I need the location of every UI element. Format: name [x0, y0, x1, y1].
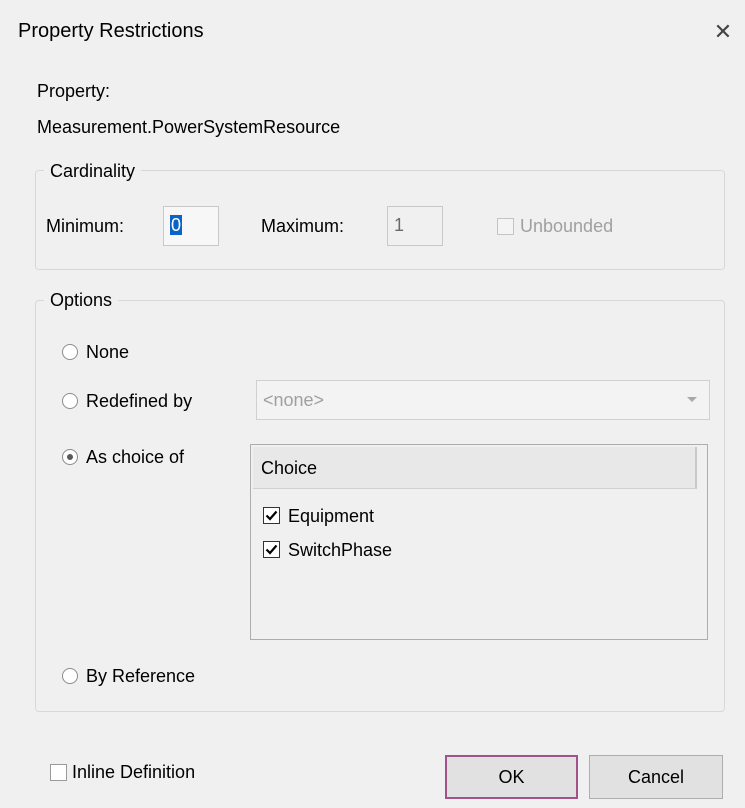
redefined-by-radio[interactable] — [62, 393, 78, 409]
by-reference-label: By Reference — [86, 666, 196, 686]
redefined-by-dropdown[interactable]: <none> — [256, 380, 710, 420]
none-radio[interactable] — [62, 344, 78, 360]
cardinality-group — [35, 170, 725, 270]
cancel-button[interactable]: Cancel — [589, 755, 723, 799]
unbounded-checkbox[interactable] — [497, 218, 514, 235]
radio-selected-dot — [67, 454, 73, 460]
cardinality-legend: Cardinality — [44, 160, 142, 182]
choice-list[interactable]: Choice Equipment SwitchPhase — [250, 444, 708, 640]
options-legend: Options — [44, 289, 119, 311]
switchphase-label: SwitchPhase — [288, 540, 393, 560]
dialog-title: Property Restrictions — [18, 20, 204, 42]
equipment-checkbox[interactable] — [263, 507, 280, 524]
unbounded-label: Unbounded — [520, 216, 614, 236]
property-value: Measurement.PowerSystemResource — [37, 117, 341, 137]
inline-definition-checkbox[interactable] — [50, 764, 67, 781]
property-label: Property: — [37, 81, 111, 101]
checkmark-icon — [265, 544, 278, 555]
ok-button[interactable]: OK — [445, 755, 578, 799]
as-choice-of-label: As choice of — [86, 447, 185, 467]
none-label: None — [86, 342, 130, 362]
minimum-input[interactable]: 0 — [163, 206, 219, 246]
redefined-by-value: <none> — [263, 390, 325, 410]
close-icon[interactable]: ✕ — [712, 18, 734, 46]
maximum-label: Maximum: — [261, 216, 345, 236]
chevron-down-icon — [687, 397, 697, 402]
property-restrictions-dialog: Property Restrictions ✕ Property: Measur… — [0, 0, 745, 808]
checkmark-icon — [265, 510, 278, 521]
maximum-input[interactable]: 1 — [387, 206, 443, 246]
as-choice-of-radio[interactable] — [62, 449, 78, 465]
equipment-label: Equipment — [288, 506, 375, 526]
by-reference-radio[interactable] — [62, 668, 78, 684]
minimum-value: 0 — [170, 215, 183, 235]
choice-column-header[interactable]: Choice — [253, 447, 697, 489]
redefined-by-label: Redefined by — [86, 391, 193, 411]
switchphase-checkbox[interactable] — [263, 541, 280, 558]
minimum-label: Minimum: — [46, 216, 125, 236]
inline-definition-label: Inline Definition — [72, 762, 196, 782]
